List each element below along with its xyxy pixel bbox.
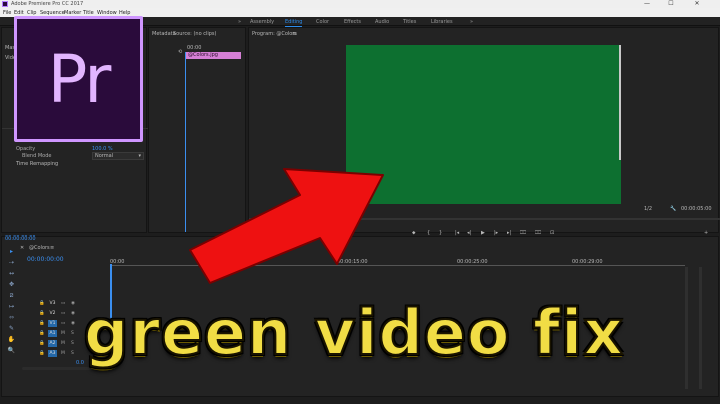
workspace-color[interactable]: Color xyxy=(316,19,329,25)
timeline-timecode[interactable]: 00:00:00:00 xyxy=(27,256,64,263)
video-caption: green video fix xyxy=(83,295,625,370)
red-arrow-icon xyxy=(189,168,384,284)
workspace-assembly[interactable]: Assembly xyxy=(250,19,274,25)
source-ruler-start: 00:00 xyxy=(187,45,202,51)
time-remapping-label: Time Remapping xyxy=(16,161,59,167)
eye-icon[interactable]: ◉ xyxy=(71,301,75,306)
workspace-audio[interactable]: Audio xyxy=(375,19,389,25)
blend-mode-label: Blend Mode xyxy=(22,153,52,159)
program-tab[interactable]: Program: @Colors xyxy=(252,32,297,37)
timeline-menu-icon[interactable]: ≡ xyxy=(50,246,54,251)
track-label-v2[interactable]: V2 xyxy=(48,310,57,317)
menu-file[interactable]: File xyxy=(3,10,11,16)
solo-icon[interactable]: S xyxy=(71,351,74,356)
maximize-button[interactable]: ☐ xyxy=(664,0,678,7)
eye-icon[interactable]: ◉ xyxy=(71,321,75,326)
track-label-a1[interactable]: A1 xyxy=(48,330,57,337)
workspace-titles[interactable]: Titles xyxy=(403,19,416,25)
sync-icon[interactable]: ▭ xyxy=(61,311,65,316)
lock-icon[interactable]: 🔒 xyxy=(39,301,45,306)
workspace-overflow-left[interactable]: » xyxy=(238,19,241,25)
track-select-tool-icon[interactable]: ⇢ xyxy=(7,259,16,266)
slip-tool-icon[interactable]: ↦ xyxy=(7,303,16,310)
lock-icon[interactable]: 🔒 xyxy=(39,351,45,356)
program-duration: 00:00:05:00 xyxy=(681,206,712,212)
audio-meter-right xyxy=(699,267,702,389)
master-volume-value[interactable]: 0.0 xyxy=(76,361,84,366)
track-label-v1[interactable]: V1 xyxy=(48,320,57,327)
hand-tool-icon[interactable]: ✋ xyxy=(7,336,16,343)
window-title: Adobe Premiere Pro CC 2017 xyxy=(11,1,84,7)
sync-icon[interactable]: ▭ xyxy=(61,301,65,306)
close-button[interactable]: ✕ xyxy=(690,0,704,7)
premiere-window: { "window": { "title": "Adobe Premiere P… xyxy=(0,0,720,404)
selection-tool-icon[interactable]: ▸ xyxy=(7,248,16,255)
slide-tool-icon[interactable]: ⬄ xyxy=(7,314,16,321)
source-clip[interactable]: @Colors.jpg xyxy=(186,52,241,59)
chevron-down-icon: ▾ xyxy=(138,153,141,159)
zoom-tool-icon[interactable]: 🔍 xyxy=(7,347,16,354)
zoom-select[interactable]: 1/2 xyxy=(644,207,652,212)
workspace-editing[interactable]: Editing xyxy=(285,19,303,27)
track-label-v3[interactable]: V3 xyxy=(48,300,57,307)
close-sequence-icon[interactable]: ✕ xyxy=(20,246,24,251)
rate-stretch-tool-icon[interactable]: ✥ xyxy=(7,281,16,288)
razor-tool-icon[interactable]: ⧄ xyxy=(7,292,16,300)
workspace-libraries[interactable]: Libraries xyxy=(431,19,453,25)
workspace-effects[interactable]: Effects xyxy=(344,19,361,25)
tools-panel: ▸ ⇢ ↔ ✥ ⧄ ↦ ⬄ ✎ ✋ 🔍 xyxy=(2,246,18,366)
eye-icon[interactable]: ◉ xyxy=(71,311,75,316)
source-tab[interactable]: Source: (no clips) xyxy=(173,32,216,37)
minimize-button[interactable]: — xyxy=(640,0,654,7)
mute-icon[interactable]: M xyxy=(61,341,65,346)
solo-icon[interactable]: S xyxy=(71,331,74,336)
track-label-a3[interactable]: A3 xyxy=(48,350,57,357)
track-label-a2[interactable]: A2 xyxy=(48,340,57,347)
wrench-icon[interactable]: 🔧 xyxy=(670,207,676,212)
mute-icon[interactable]: M xyxy=(61,351,65,356)
sync-icon[interactable]: ▭ xyxy=(61,321,65,326)
lock-icon[interactable]: 🔒 xyxy=(39,341,45,346)
title-bar: Adobe Premiere Pro CC 2017 — ☐ ✕ xyxy=(0,0,720,8)
premiere-logo: Pr xyxy=(14,16,143,142)
blend-mode-select[interactable]: Normal ▾ xyxy=(92,152,144,160)
solo-icon[interactable]: S xyxy=(71,341,74,346)
lock-icon[interactable]: 🔒 xyxy=(39,311,45,316)
workspace-overflow-right[interactable]: » xyxy=(470,19,473,25)
lock-icon[interactable]: 🔒 xyxy=(39,321,45,326)
ripple-edit-tool-icon[interactable]: ↔ xyxy=(7,270,16,277)
opacity-label: Opacity xyxy=(16,146,36,152)
mute-icon[interactable]: M xyxy=(61,331,65,336)
premiere-logo-text: Pr xyxy=(47,41,112,118)
timeline-tab[interactable]: @Colors xyxy=(29,246,50,251)
reset-icon[interactable]: ⟲ xyxy=(178,50,182,55)
panel-menu-icon[interactable]: ≡ xyxy=(292,32,296,37)
timeline-top-timecode: 00:00:00:00 xyxy=(5,236,36,242)
lock-icon[interactable]: 🔒 xyxy=(39,331,45,336)
audio-meter xyxy=(685,267,688,389)
pen-tool-icon[interactable]: ✎ xyxy=(7,325,16,332)
app-icon xyxy=(2,1,8,7)
